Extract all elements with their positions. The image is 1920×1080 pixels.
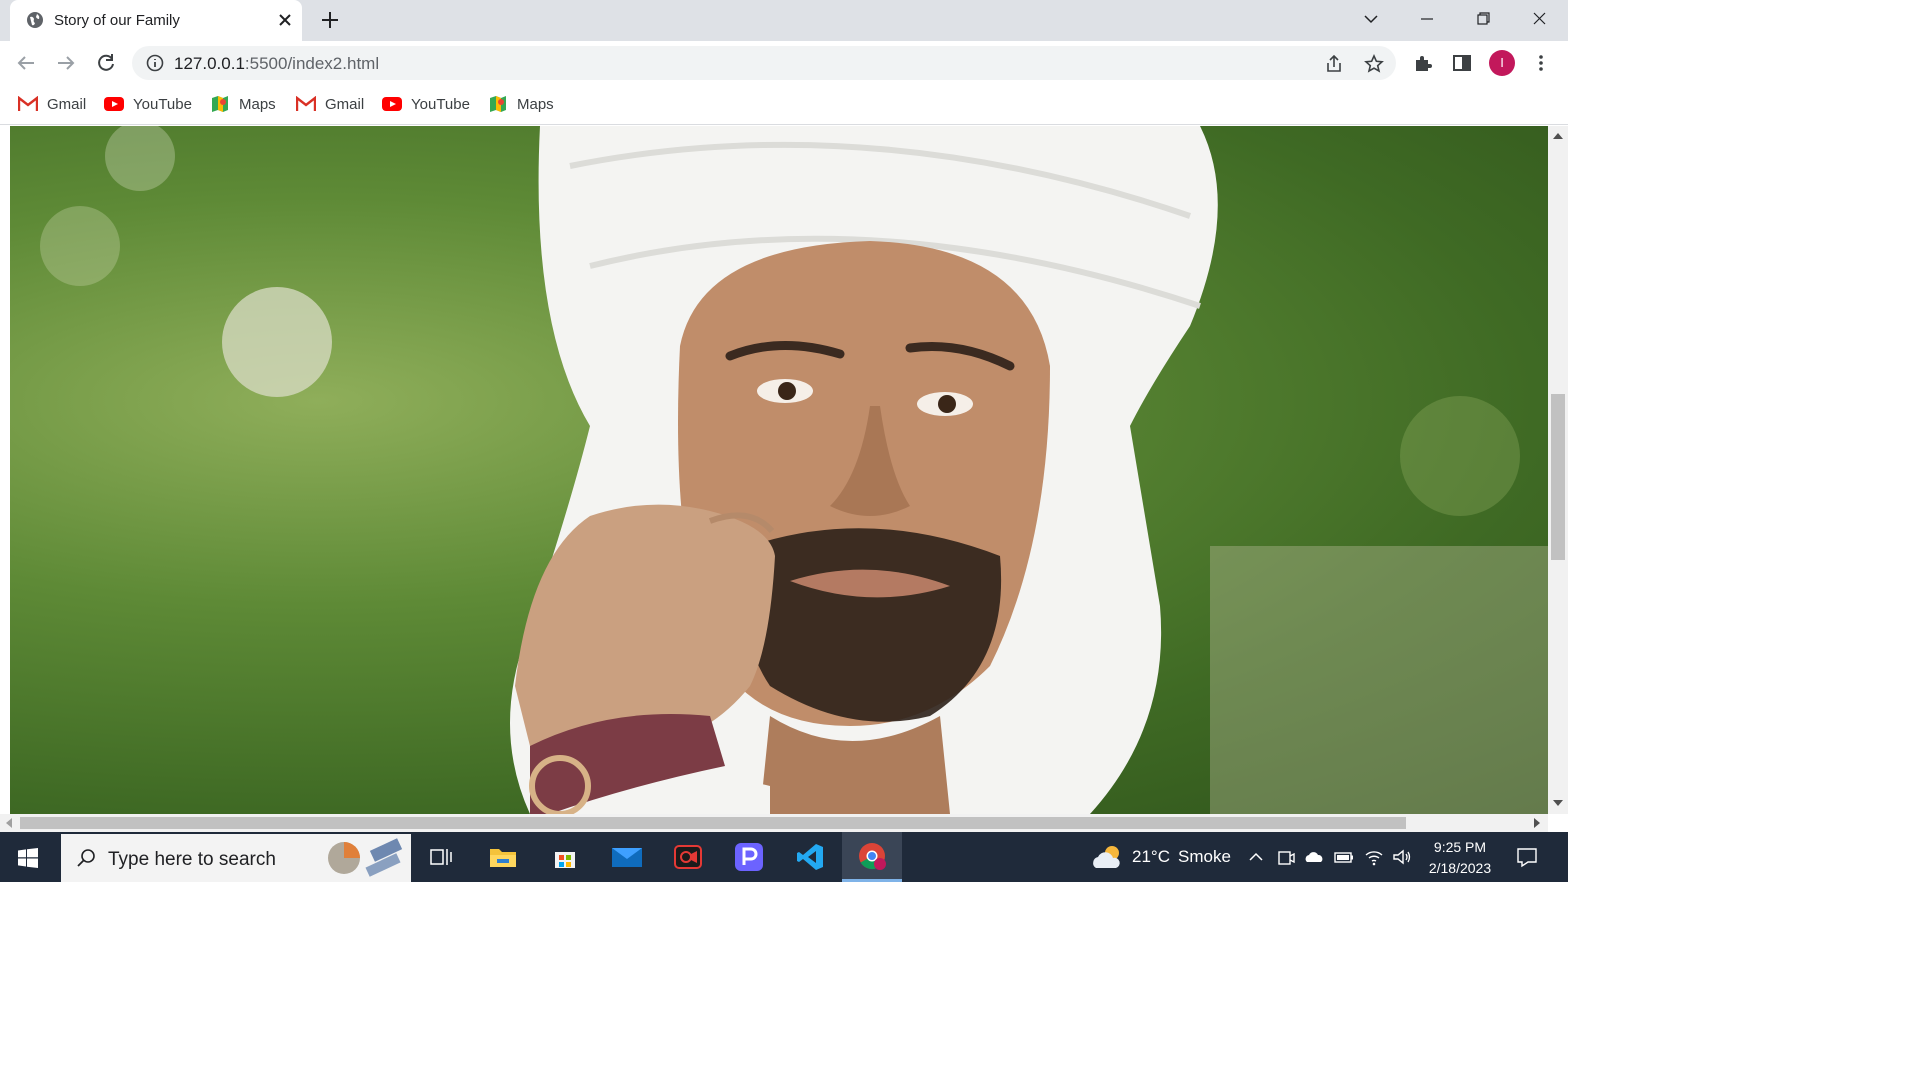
chrome-button[interactable]: [842, 832, 902, 882]
forward-icon[interactable]: [54, 51, 78, 75]
bookmark-label: YouTube: [411, 95, 470, 113]
taskbar-search-box[interactable]: Type here to search: [61, 834, 411, 882]
bookmark-label: Maps: [239, 95, 276, 113]
scroll-right-arrow-icon[interactable]: [1534, 818, 1540, 828]
profile-avatar[interactable]: I: [1489, 50, 1515, 76]
bookmark-youtube[interactable]: YouTube: [382, 94, 470, 114]
portrait-photo: [10, 126, 1548, 814]
search-highlight-icon: [328, 838, 403, 877]
back-icon[interactable]: [14, 51, 38, 75]
globe-icon: [27, 12, 43, 28]
portrait-illustration: [40, 126, 1548, 814]
notifications-icon[interactable]: [1516, 846, 1538, 868]
search-icon: [77, 849, 95, 867]
windows-taskbar: Type here to search 21°C Smoke 9:25 PM 2…: [0, 832, 1568, 882]
vertical-scroll-thumb[interactable]: [1551, 394, 1565, 560]
bookmark-label: Gmail: [47, 95, 87, 113]
youtube-icon: [104, 97, 124, 111]
bookmark-youtube[interactable]: YouTube: [104, 94, 192, 114]
address-bar[interactable]: 127.0.0.1:5500/index2.html: [132, 46, 1396, 80]
browser-toolbar: 127.0.0.1:5500/index2.html: [0, 41, 1568, 85]
gmail-icon: [18, 96, 38, 111]
extensions-icon[interactable]: [1413, 53, 1433, 73]
task-view-button[interactable]: [411, 832, 471, 882]
close-window-icon[interactable]: [1526, 8, 1552, 30]
bookmarks-bar: Gmail YouTube Maps Gmail YouTube Maps: [0, 85, 1568, 125]
maps-icon: [212, 96, 228, 112]
url-text[interactable]: 127.0.0.1:5500/index2.html: [174, 54, 379, 74]
bookmark-gmail[interactable]: Gmail: [18, 94, 86, 114]
store-icon: [555, 852, 575, 868]
mail-icon: [612, 848, 642, 867]
bookmark-label: YouTube: [133, 95, 192, 113]
clock-time: 9:25 PM: [1433, 839, 1487, 855]
youtube-icon: [382, 97, 402, 111]
horizontal-scroll-thumb[interactable]: [20, 817, 1406, 829]
onedrive-cloud-icon[interactable]: [1304, 847, 1324, 867]
weather-condition: Smoke: [1177, 847, 1231, 866]
p-app-icon: [735, 843, 763, 871]
windows-start-icon[interactable]: [18, 848, 38, 868]
vertical-scrollbar[interactable]: [1548, 126, 1568, 814]
bookmark-maps[interactable]: Maps: [488, 94, 554, 114]
weather-temp: 21°C: [1132, 847, 1170, 866]
side-panel-icon[interactable]: [1452, 53, 1472, 73]
weather-cloud-icon: [1093, 846, 1120, 868]
volume-icon[interactable]: [1392, 847, 1412, 867]
weather-widget[interactable]: 21°C Smoke: [1090, 844, 1231, 870]
vscode-icon: [797, 844, 823, 870]
url-host: 127.0.0.1: [174, 54, 245, 73]
task-view-icon: [430, 849, 452, 865]
menu-kebab-icon[interactable]: [1531, 53, 1551, 73]
close-tab-icon[interactable]: [276, 11, 294, 29]
tab-strip: Story of our Family: [0, 0, 1568, 41]
chevron-up-icon[interactable]: [1246, 847, 1266, 867]
clock-date: 2/18/2023: [1428, 860, 1492, 876]
bookmark-label: Gmail: [325, 95, 365, 113]
bookmark-star-icon[interactable]: [1364, 54, 1384, 74]
scroll-up-arrow-icon[interactable]: [1553, 133, 1563, 139]
taskbar-clock[interactable]: 9:25 PM 2/18/2023: [1420, 837, 1500, 879]
browser-tab[interactable]: Story of our Family: [10, 0, 302, 41]
mail-button[interactable]: [597, 832, 657, 882]
minimize-icon[interactable]: [1414, 8, 1440, 30]
gmail-icon: [296, 96, 316, 111]
folder-icon: [490, 849, 516, 867]
site-info-icon[interactable]: [146, 54, 164, 72]
screen-recorder-button[interactable]: [658, 832, 718, 882]
scroll-left-arrow-icon[interactable]: [6, 818, 12, 828]
wifi-icon[interactable]: [1364, 847, 1384, 867]
search-placeholder: Type here to search: [108, 849, 276, 870]
bookmark-gmail[interactable]: Gmail: [296, 94, 364, 114]
microsoft-store-button[interactable]: [535, 832, 595, 882]
tab-title: Story of our Family: [54, 12, 180, 29]
restore-icon[interactable]: [1470, 8, 1496, 30]
scroll-down-arrow-icon[interactable]: [1553, 800, 1563, 806]
vs-code-button[interactable]: [780, 832, 840, 882]
file-explorer-button[interactable]: [473, 832, 533, 882]
tab-search-icon[interactable]: [1358, 8, 1384, 30]
new-tab-icon[interactable]: [320, 10, 340, 30]
recorder-icon: [674, 845, 702, 869]
chrome-icon: [859, 842, 886, 870]
maps-icon: [490, 96, 506, 112]
meet-now-icon[interactable]: [1276, 847, 1296, 867]
reload-icon[interactable]: [94, 51, 118, 75]
page-viewport: [0, 126, 1568, 832]
battery-icon[interactable]: [1334, 847, 1354, 867]
bookmark-maps[interactable]: Maps: [210, 94, 276, 114]
horizontal-scrollbar[interactable]: [0, 814, 1548, 832]
url-path: :5500/index2.html: [244, 54, 380, 73]
share-icon[interactable]: [1324, 54, 1344, 74]
bookmark-label: Maps: [517, 95, 554, 113]
p-app-button[interactable]: [719, 832, 779, 882]
